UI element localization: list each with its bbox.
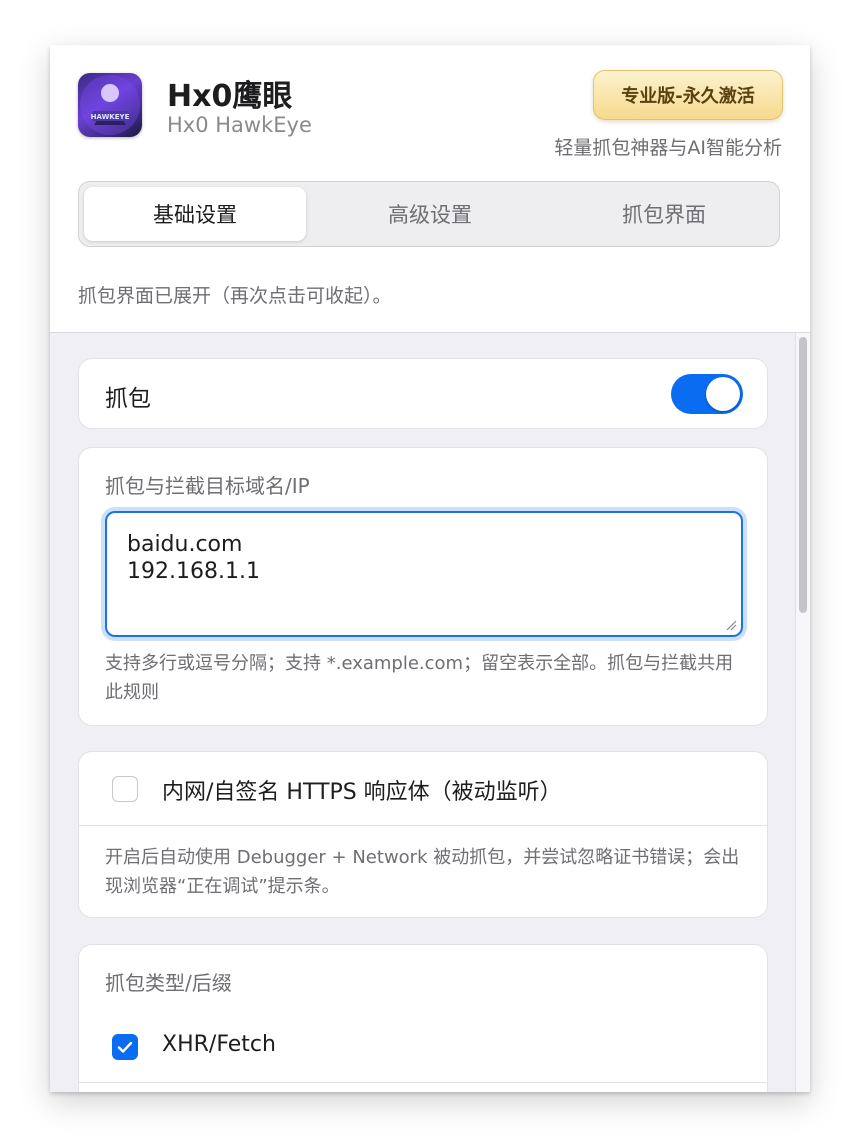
xhr-fetch-label[interactable]: XHR/Fetch: [162, 1032, 276, 1057]
target-domain-textarea[interactable]: baidu.com 192.168.1.1: [105, 511, 743, 637]
tab-basic-settings[interactable]: 基础设置: [84, 187, 306, 241]
scrollbar-thumb[interactable]: [799, 337, 807, 613]
app-subtitle: Hx0 HawkEye: [167, 113, 312, 137]
header: HAWKEYE Hx0鹰眼 Hx0 HawkEye 专业版-永久激活 轻量抓包神…: [50, 45, 810, 333]
capture-toggle-switch[interactable]: [671, 374, 743, 414]
settings-content: 抓包 抓包与拦截目标域名/IP baidu.com 192.168.1.1 支持…: [50, 333, 810, 1092]
app-logo-icon: HAWKEYE: [78, 73, 142, 137]
target-domain-label: 抓包与拦截目标域名/IP: [105, 474, 310, 498]
target-line: baidu.com: [127, 532, 243, 557]
status-message: 抓包界面已展开（再次点击可收起）。: [78, 285, 392, 307]
capture-toggle-card: 抓包: [78, 358, 768, 429]
svg-text:HAWKEYE: HAWKEYE: [91, 113, 130, 121]
check-icon: [117, 1041, 133, 1053]
tab-capture-panel[interactable]: 抓包界面: [553, 187, 775, 241]
tab-advanced-settings[interactable]: 高级设置: [319, 187, 541, 241]
https-listen-checkbox[interactable]: [112, 776, 138, 802]
capture-types-card: 抓包类型/后缀 XHR/Fetch: [78, 944, 768, 1092]
card-divider: [79, 825, 767, 826]
capture-toggle-label: 抓包: [105, 386, 151, 412]
card-divider: [79, 1082, 767, 1083]
target-line: 192.168.1.1: [127, 559, 260, 584]
extension-popup-window: HAWKEYE Hx0鹰眼 Hx0 HawkEye 专业版-永久激活 轻量抓包神…: [50, 45, 810, 1092]
https-listen-card: 内网/自签名 HTTPS 响应体（被动监听） 开启后自动使用 Debugger …: [78, 751, 768, 918]
https-listen-help: 开启后自动使用 Debugger + Network 被动抓包，并尝试忽略证书错…: [105, 847, 740, 897]
app-tagline: 轻量抓包神器与AI智能分析: [554, 137, 782, 159]
target-domain-help: 支持多行或逗号分隔；支持 *.example.com；留空表示全部。抓包与拦截共…: [105, 653, 734, 703]
vertical-scrollbar[interactable]: [795, 333, 810, 1092]
xhr-fetch-checkbox[interactable]: [112, 1034, 138, 1060]
settings-tabs: 基础设置 高级设置 抓包界面: [78, 181, 780, 247]
target-domain-card: 抓包与拦截目标域名/IP baidu.com 192.168.1.1 支持多行或…: [78, 447, 768, 726]
https-listen-label[interactable]: 内网/自签名 HTTPS 响应体（被动监听）: [162, 774, 562, 806]
capture-types-label: 抓包类型/后缀: [105, 971, 232, 995]
license-badge[interactable]: 专业版-永久激活: [593, 70, 783, 120]
app-title: Hx0鹰眼: [167, 79, 293, 114]
toggle-knob: [706, 377, 740, 411]
resize-grip-icon[interactable]: [725, 619, 737, 631]
